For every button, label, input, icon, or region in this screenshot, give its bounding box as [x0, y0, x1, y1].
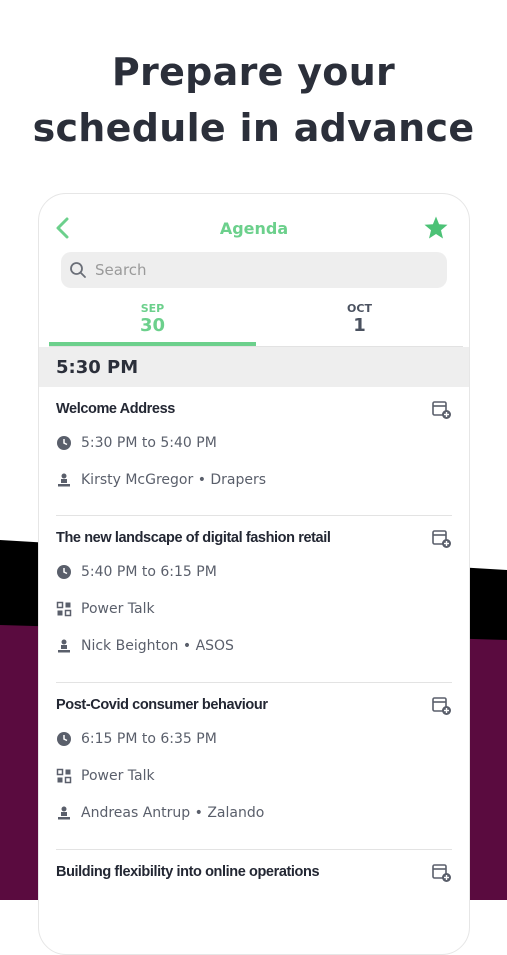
- session-speaker: Kirsty McGregor • Drapers: [81, 471, 267, 488]
- star-icon[interactable]: [423, 214, 449, 242]
- clock-icon: [57, 731, 71, 746]
- session-title: Welcome Address: [56, 401, 175, 417]
- headline: Prepare your schedule in advance: [0, 44, 507, 156]
- headline-line-1: Prepare your: [111, 50, 396, 94]
- session-time-row: 6:15 PM to 6:35 PM: [56, 720, 452, 757]
- page-title: Agenda: [219, 219, 289, 238]
- session-item[interactable]: Post-Covid consumer behaviour 6:15 PM to…: [56, 683, 452, 850]
- time-header-label: 5:30 PM: [56, 356, 139, 378]
- headline-line-2: schedule in advance: [32, 106, 475, 150]
- add-to-calendar-icon[interactable]: [432, 696, 452, 716]
- tab-sep-30[interactable]: SEP 30: [49, 302, 256, 346]
- session-title: Building flexibility into online operati…: [56, 864, 320, 880]
- session-title: The new landscape of digital fashion ret…: [56, 530, 331, 546]
- nav-bar: Agenda: [39, 194, 469, 258]
- search-bar[interactable]: [61, 252, 447, 288]
- tab-month: SEP: [140, 302, 165, 315]
- search-input[interactable]: [93, 260, 397, 280]
- add-to-calendar-icon[interactable]: [432, 529, 452, 549]
- search-icon: [70, 262, 86, 278]
- session-item[interactable]: Welcome Address 5:30 PM to 5:40 PM Kirst…: [56, 387, 452, 516]
- date-tabs: SEP 30 OCT 1: [49, 302, 463, 347]
- add-to-calendar-icon[interactable]: [432, 863, 452, 883]
- session-time: 6:15 PM to 6:35 PM: [81, 730, 217, 747]
- session-speaker-row: Nick Beighton • ASOS: [56, 627, 452, 664]
- session-time: 5:30 PM to 5:40 PM: [81, 434, 217, 451]
- session-time-row: 5:30 PM to 5:40 PM: [56, 424, 452, 461]
- add-to-calendar-icon[interactable]: [432, 400, 452, 420]
- speaker-podium-icon: [58, 473, 70, 486]
- session-speaker-row: Andreas Antrup • Zalando: [56, 794, 452, 831]
- session-speaker: Andreas Antrup • Zalando: [81, 804, 265, 821]
- session-format-row: Power Talk: [56, 757, 452, 794]
- tab-day: 30: [139, 315, 166, 336]
- tab-day: 1: [353, 315, 366, 336]
- session-format-row: Power Talk: [56, 590, 452, 627]
- session-format: Power Talk: [81, 767, 155, 784]
- time-section-header: 5:30 PM: [39, 347, 469, 387]
- phone-frame: Agenda SEP 30 OCT 1 5:30 PM Welcome Addr…: [38, 193, 470, 955]
- session-item[interactable]: Building flexibility into online operati…: [56, 850, 452, 950]
- session-time: 5:40 PM to 6:15 PM: [81, 563, 217, 580]
- speaker-podium-icon: [58, 639, 70, 652]
- clock-icon: [57, 564, 71, 579]
- session-format: Power Talk: [81, 600, 155, 617]
- session-time-row: 5:40 PM to 6:15 PM: [56, 553, 452, 590]
- session-speaker-row: Kirsty McGregor • Drapers: [56, 461, 452, 498]
- format-grid-icon: [56, 601, 72, 616]
- session-item[interactable]: The new landscape of digital fashion ret…: [56, 516, 452, 683]
- tab-month: OCT: [347, 302, 372, 315]
- speaker-podium-icon: [58, 806, 70, 819]
- clock-icon: [57, 435, 71, 450]
- format-grid-icon: [56, 768, 72, 783]
- tab-oct-1[interactable]: OCT 1: [256, 302, 463, 346]
- session-speaker: Nick Beighton • ASOS: [81, 637, 234, 654]
- session-title: Post-Covid consumer behaviour: [56, 697, 268, 713]
